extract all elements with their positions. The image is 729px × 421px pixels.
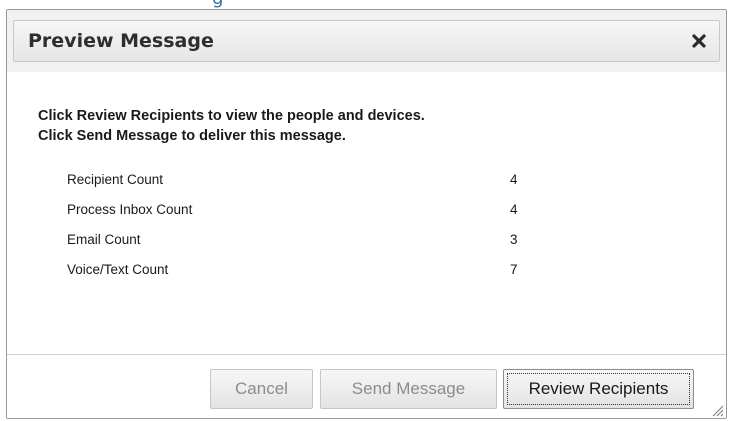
instructions-text: Click Review Recipients to view the peop… (38, 106, 425, 146)
stat-row-voice-text-count: Voice/Text Count 7 (67, 262, 547, 292)
stat-value: 4 (510, 172, 518, 187)
close-button[interactable] (687, 29, 711, 53)
stat-value: 3 (510, 232, 518, 247)
stat-value: 4 (510, 202, 518, 217)
stat-label: Voice/Text Count (67, 262, 169, 277)
instruction-line-send: Click Send Message to deliver this messa… (38, 128, 346, 144)
dialog-footer: Cancel Send Message Review Recipients (7, 354, 726, 418)
stat-value: 7 (510, 262, 518, 277)
stat-row-email-count: Email Count 3 (67, 232, 547, 262)
stat-row-process-inbox-count: Process Inbox Count 4 (67, 202, 547, 232)
dialog-titlebar: Preview Message (7, 10, 726, 72)
background-page-heading: g (212, 0, 223, 9)
cancel-button[interactable]: Cancel (210, 369, 313, 409)
resize-grip-icon[interactable] (710, 403, 724, 417)
dialog-titlebar-inner: Preview Message (13, 20, 720, 62)
stat-row-recipient-count: Recipient Count 4 (67, 172, 547, 202)
review-recipients-label: Review Recipients (528, 379, 669, 398)
send-message-button[interactable]: Send Message (320, 369, 497, 409)
stat-label: Recipient Count (67, 172, 164, 187)
message-stats: Recipient Count 4 Process Inbox Count 4 … (67, 172, 547, 292)
dialog-title: Preview Message (28, 30, 214, 52)
instruction-line-review: Click Review Recipients to view the peop… (38, 108, 425, 124)
review-recipients-button[interactable]: Review Recipients (503, 369, 694, 409)
preview-message-dialog: Preview Message Click Review Recipients … (6, 9, 727, 419)
close-icon[interactable] (687, 29, 711, 53)
stat-label: Process Inbox Count (67, 202, 193, 217)
stat-label: Email Count (67, 232, 141, 247)
